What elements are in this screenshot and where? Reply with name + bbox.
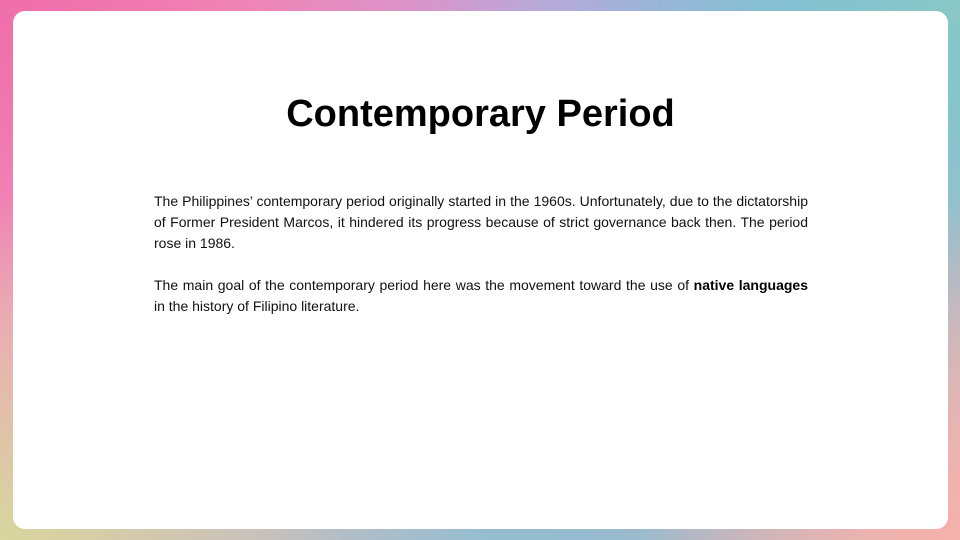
paragraph-goal-lead: The main goal of the contemporary period… (154, 277, 694, 293)
slide-title: Contemporary Period (286, 93, 675, 135)
slide-body: The Philippines’ contemporary period ori… (154, 191, 808, 338)
paragraph-goal-tail: in the history of Filipino literature. (154, 298, 360, 314)
emphasis-native-languages: native languages (693, 277, 808, 293)
paragraph-intro: The Philippines’ contemporary period ori… (154, 193, 808, 251)
slide-card: Contemporary Period The Philippines’ con… (13, 11, 948, 529)
paragraph-goal: The main goal of the contemporary period… (154, 275, 808, 317)
